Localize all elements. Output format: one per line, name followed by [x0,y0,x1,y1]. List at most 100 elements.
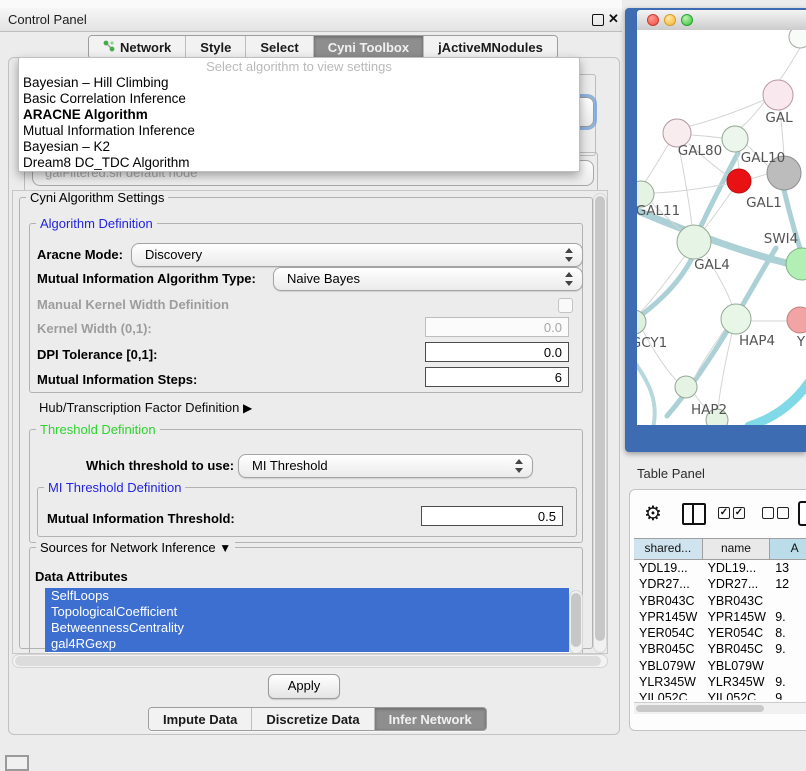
data-attributes-list: SelfLoopsTopologicalCoefficientBetweenne… [45,588,569,653]
tab-discretize-data[interactable]: Discretize Data [252,708,374,730]
table-row[interactable]: YDL19...YDL19...13 [634,560,806,576]
table-row[interactable]: YLR345WYLR345W9. [634,674,806,690]
network-node[interactable] [727,169,751,193]
data-attribute-item[interactable]: BetweennessCentrality [45,620,569,636]
data-attribute-item[interactable]: gal4RGexp [45,636,569,652]
network-edge[interactable] [690,100,764,126]
network-edge[interactable] [640,257,684,313]
algorithm-definition-title: Algorithm Definition [36,216,157,231]
mi-threshold-field[interactable]: 0.5 [421,506,563,526]
algorithm-dropdown-item[interactable]: Bayesian – Hill Climbing [19,75,579,91]
partial-sheet-icon[interactable] [798,501,806,526]
gear-icon[interactable]: ⚙ [644,501,662,526]
settings-horizontal-scrollbar[interactable] [12,654,608,668]
data-attribute-item[interactable]: TopologicalCoefficient [45,604,569,620]
table-cell: YDL19... [634,560,703,576]
network-window[interactable]: GALGAL80GAL10GAL1GAL11SWI4GAL4GCY1HAP4YH… [625,8,806,452]
table-row[interactable]: YDR27...YDR27...12 [634,576,806,592]
network-node[interactable] [721,304,751,334]
tab-impute-data[interactable]: Impute Data [149,708,252,730]
unchecked-box-icon[interactable] [777,507,789,519]
network-edge[interactable] [779,48,800,81]
kernel-width-label: Kernel Width (0,1): [37,321,152,336]
table-row[interactable]: YBR045CYBR045C9. [634,641,806,657]
float-panel-icon[interactable] [592,14,604,26]
network-window-titlebar[interactable] [637,10,806,31]
network-edge[interactable] [645,145,668,182]
cyni-bottom-tab-bar: Impute DataDiscretize DataInfer Network [148,707,487,731]
network-node[interactable] [789,30,806,48]
algorithm-dropdown-item[interactable]: ARACNE Algorithm [19,107,579,123]
table-row[interactable]: YPR145WYPR145W9. [634,609,806,625]
network-edge[interactable] [691,135,722,138]
table-row[interactable]: YER054CYER054C8. [634,625,806,641]
network-node-label: GAL10 [741,150,785,166]
table-cell: 9. [770,609,806,625]
minimize-traffic-light[interactable] [664,14,676,26]
tab-network[interactable]: Network [89,36,186,58]
column-header[interactable]: A [770,539,806,559]
network-node[interactable] [786,248,806,280]
hub-definition-disclosure[interactable]: Hub/Transcription Factor Definition ▶ [39,400,252,415]
tab-jactivemnodules[interactable]: jActiveMNodules [424,36,557,58]
minimized-panel-icon[interactable] [5,755,29,771]
table-cell: 9. [770,641,806,657]
tab-select[interactable]: Select [246,36,313,58]
mi-algorithm-type-combobox[interactable]: Naive Bayes [273,267,583,291]
hub-definition-label: Hub/Transcription Factor Definition [39,400,239,415]
table-row[interactable]: YBL079WYBL079W [634,658,806,674]
attribute-list-scrollbar[interactable] [569,590,583,654]
network-edge[interactable] [637,360,655,425]
checked-box-icon[interactable]: ✓ [733,507,745,519]
aracne-mode-combobox[interactable]: Discovery [131,243,583,267]
split-columns-icon[interactable] [682,503,706,525]
table-horizontal-scrollbar[interactable] [634,702,806,714]
table-row[interactable]: YBR043CYBR043C [634,593,806,609]
table-cell: YPR145W [634,609,703,625]
unchecked-box-icon[interactable] [762,507,774,519]
sources-title-text: Sources for Network Inference [40,540,216,555]
cyni-settings-pane: Cyni Algorithm Settings Algorithm Defini… [12,190,608,654]
network-canvas[interactable]: GALGAL80GAL10GAL1GAL11SWI4GAL4GCY1HAP4YH… [637,30,806,425]
table-cell: YBR045C [703,641,771,657]
settings-vertical-scrollbar[interactable] [593,193,607,653]
tab-infer-network[interactable]: Infer Network [375,708,486,730]
network-node-label: GAL11 [637,203,680,219]
close-icon[interactable]: ✕ [608,11,619,27]
data-attribute-item[interactable]: SelfLoops [45,588,569,604]
algorithm-dropdown-item[interactable]: Dream8 DC_TDC Algorithm [19,155,579,171]
combo-arrows-icon [565,272,573,286]
network-node[interactable] [675,376,697,398]
checked-box-icon[interactable]: ✓ [718,507,730,519]
mi-steps-field[interactable]: 6 [425,367,569,387]
network-node[interactable] [787,307,806,333]
network-edge[interactable] [751,174,767,179]
tab-style[interactable]: Style [186,36,246,58]
table-toolbar: ⚙ ✓ ✓ [630,490,806,537]
table-panel-card: ⚙ ✓ ✓ shared...nameA YDL19...YDL19...13Y… [629,489,806,731]
column-header[interactable]: name [703,539,771,559]
network-edge[interactable] [749,382,806,425]
close-traffic-light[interactable] [647,14,659,26]
tab-cyni-toolbox[interactable]: Cyni Toolbox [314,36,424,58]
table-cell: YDR27... [634,576,703,592]
algorithm-dropdown-item[interactable]: Mutual Information Inference [19,123,579,139]
expanded-arrow-icon[interactable]: ▼ [219,541,231,555]
table-cell: YBR043C [703,593,771,609]
apply-button[interactable]: Apply [268,674,340,699]
dpi-tolerance-field[interactable]: 0.0 [425,342,569,362]
network-node[interactable] [722,126,748,152]
algorithm-dropdown-item[interactable]: Bayesian – K2 [19,139,579,155]
table-row[interactable]: YIL052CYIL052C9 [634,690,806,700]
network-node[interactable] [763,80,793,110]
table-cell: 12 [770,576,806,592]
network-edge[interactable] [637,258,692,321]
table-cell: YDR27... [703,576,771,592]
which-threshold-combobox[interactable]: MI Threshold [238,454,533,478]
column-header[interactable]: shared... [634,539,703,559]
network-node[interactable] [677,225,711,259]
zoom-traffic-light[interactable] [681,14,693,26]
manual-kernel-width-checkbox [558,298,573,313]
network-node-label: GAL4 [694,257,730,273]
algorithm-dropdown-item[interactable]: Basic Correlation Inference [19,91,579,107]
